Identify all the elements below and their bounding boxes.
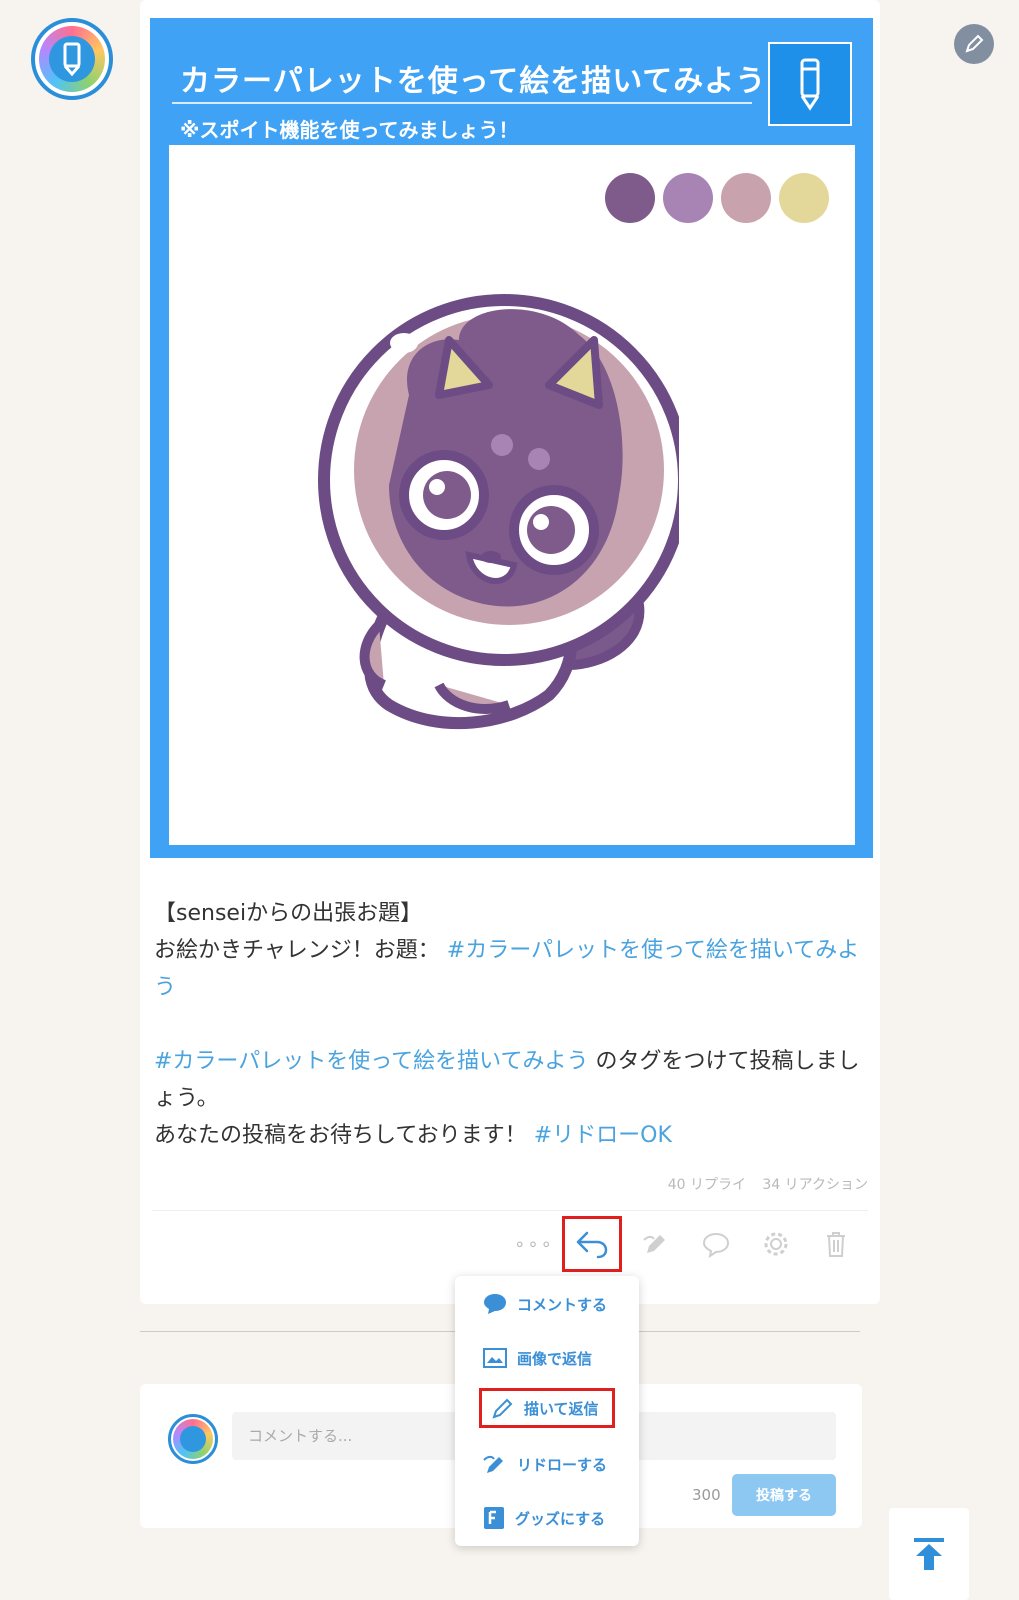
redraw-icon (483, 1455, 503, 1473)
scroll-to-top-button[interactable] (889, 1508, 969, 1600)
reply-count[interactable]: 40 リプライ (668, 1177, 746, 1193)
submit-button[interactable]: 投稿する (732, 1474, 836, 1516)
pencil-icon (768, 42, 852, 126)
post-line-4: #カラーパレットを使って絵を描いてみよう のタグをつけて投稿しましょう。 (154, 1049, 860, 1111)
palette-swatch-2 (663, 173, 713, 223)
theme-title: カラーパレットを使って絵を描いてみよう (180, 64, 767, 99)
post-card: カラーパレットを使って絵を描いてみよう ※スポイト機能を使ってみましょう！ 【s… (140, 0, 994, 1304)
hashtag-link[interactable]: #リドローOK (534, 1123, 672, 1148)
edit-icon[interactable] (954, 24, 994, 64)
menu-item-image-reply[interactable]: 画像で返信 (455, 1338, 639, 1378)
comment-button[interactable] (686, 1222, 746, 1266)
divider (152, 1210, 868, 1211)
theme-image[interactable]: カラーパレットを使って絵を描いてみよう ※スポイト機能を使ってみましょう！ (150, 18, 873, 858)
menu-item-goods[interactable]: グッズにする (455, 1498, 639, 1538)
palette-swatch-1 (605, 173, 655, 223)
post-line-2: お絵かきチャレンジ！お題： #カラーパレットを使って絵を描いてみよう (154, 938, 860, 1000)
theme-title-underline (172, 102, 752, 104)
settings-button[interactable] (746, 1222, 806, 1266)
user-avatar[interactable] (31, 18, 113, 100)
menu-item-draw-reply[interactable]: 描いて返信 (479, 1388, 615, 1428)
post-action-bar: ∘∘∘ (506, 1216, 866, 1272)
reply-button[interactable] (562, 1216, 622, 1272)
post-counts: 40 リプライ 34 リアクション (656, 1174, 868, 1194)
redraw-button[interactable] (626, 1222, 686, 1266)
menu-item-comment[interactable]: コメントする (455, 1284, 639, 1324)
avatar-center (180, 1426, 206, 1452)
menu-item-redraw[interactable]: リドローする (455, 1444, 639, 1484)
palette-swatch-4 (779, 173, 829, 223)
pencil-icon (492, 1398, 513, 1419)
trash-icon (827, 1232, 845, 1257)
char-count: 300 (692, 1486, 721, 1504)
gear-icon (764, 1232, 788, 1256)
post-blank-line (154, 1006, 870, 1043)
goods-icon (484, 1507, 504, 1529)
astronaut-dog-illustration (318, 294, 679, 730)
post-line-5: あなたの投稿をお待ちしております！ #リドローOK (154, 1123, 672, 1148)
pencil-logo-icon (49, 36, 95, 82)
palette-swatch-3 (721, 173, 771, 223)
comment-bubble-icon (484, 1294, 506, 1314)
more-options-button[interactable]: ∘∘∘ (506, 1222, 562, 1266)
hashtag-link[interactable]: #カラーパレットを使って絵を描いてみよう (154, 1049, 588, 1074)
redraw-icon (643, 1235, 665, 1253)
arrow-up-icon (914, 1538, 944, 1570)
reply-icon (576, 1231, 608, 1259)
image-icon (483, 1348, 507, 1368)
illustration-canvas (169, 145, 855, 845)
post-body: 【senseiからの出張お題】 お絵かきチャレンジ！お題： #カラーパレットを使… (154, 895, 870, 1154)
theme-subtitle: ※スポイト機能を使ってみましょう！ (180, 118, 519, 142)
reply-menu: コメントする 画像で返信 描いて返信 リドローする グッズにする (455, 1276, 639, 1546)
comment-icon (702, 1232, 730, 1258)
post-line-1: 【senseiからの出張お題】 (154, 901, 423, 926)
delete-button[interactable] (806, 1222, 866, 1266)
reaction-count[interactable]: 34 リアクション (762, 1177, 868, 1193)
user-avatar (168, 1414, 218, 1464)
